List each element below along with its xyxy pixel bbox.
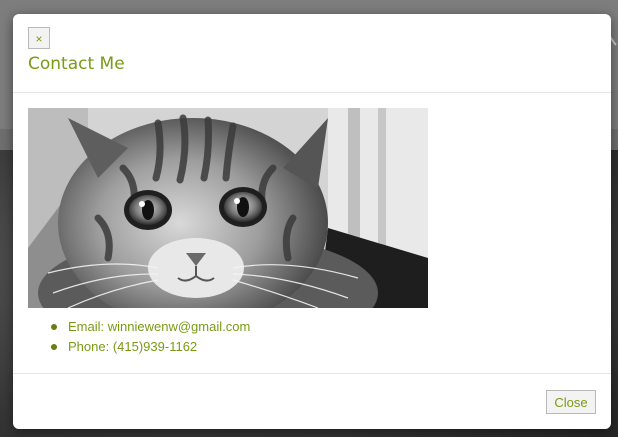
email-label: Email: xyxy=(68,319,105,334)
modal-footer: Close xyxy=(13,373,611,429)
modal-header: × Contact Me xyxy=(13,14,611,93)
list-item-phone: Phone: (415)939-1162 xyxy=(50,337,250,357)
kitten-photo xyxy=(28,108,428,308)
phone-value: (415)939-1162 xyxy=(112,339,198,354)
close-x-button[interactable]: × xyxy=(28,27,50,49)
modal-title: Contact Me xyxy=(28,54,125,74)
contact-modal: × Contact Me Email: winniewenw@gmail.com… xyxy=(13,14,611,429)
modal-body: Email: winniewenw@gmail.com Phone: (415)… xyxy=(13,93,611,373)
email-value: winniewenw@gmail.com xyxy=(107,319,251,334)
close-button[interactable]: Close xyxy=(546,390,596,414)
phone-label: Phone: xyxy=(68,339,110,354)
list-item-email: Email: winniewenw@gmail.com xyxy=(50,317,251,337)
contact-list: Email: winniewenw@gmail.com Phone: (415)… xyxy=(50,317,251,357)
